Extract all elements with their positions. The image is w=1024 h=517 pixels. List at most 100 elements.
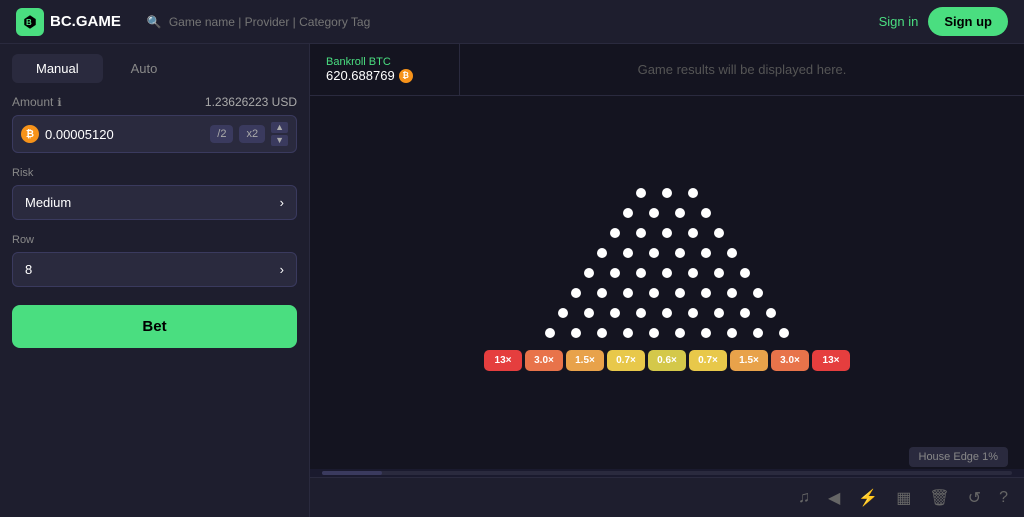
peg (753, 328, 763, 338)
times2-button[interactable]: x2 (239, 125, 265, 143)
peg (688, 308, 698, 318)
amount-usd: 1.23626223 USD (205, 95, 297, 109)
multiplier-bucket-4: 0.6× (648, 350, 686, 371)
multiplier-bucket-1: 3.0× (525, 350, 563, 371)
tab-manual[interactable]: Manual (12, 54, 103, 83)
peg (688, 268, 698, 278)
multiplier-bucket-7: 3.0× (771, 350, 809, 371)
peg (701, 248, 711, 258)
stepper-up[interactable]: ▲ (271, 122, 288, 133)
multiplier-bucket-5: 0.7× (689, 350, 727, 371)
logo-icon: B (16, 8, 44, 36)
peg-row-9 (550, 304, 784, 322)
scroll-area (310, 469, 1024, 477)
peg (662, 228, 672, 238)
peg (701, 208, 711, 218)
bet-button[interactable]: Bet (12, 305, 297, 348)
peg (649, 248, 659, 258)
game-header: Bankroll BTC 620.688769 ₿ Game results w… (310, 44, 1024, 96)
scroll-track[interactable] (322, 471, 1012, 475)
logo: B BC.GAME (16, 8, 121, 36)
peg-row-7 (576, 264, 758, 282)
flash-icon[interactable]: ⚡ (858, 488, 878, 508)
peg (610, 228, 620, 238)
peg (714, 308, 724, 318)
peg-row-5 (602, 224, 732, 242)
logo-text: BC.GAME (50, 13, 121, 30)
amount-controls: /2 x2 ▲ ▼ (210, 122, 288, 146)
amount-btc-value: 0.00005120 (45, 127, 204, 142)
row-chevron: › (280, 262, 284, 277)
peg (610, 268, 620, 278)
divide2-button[interactable]: /2 (210, 125, 233, 143)
peg (636, 188, 646, 198)
multiplier-bucket-0: 13× (484, 350, 522, 371)
peg (753, 288, 763, 298)
plinko-board (537, 184, 797, 342)
tab-auto[interactable]: Auto (107, 54, 182, 83)
peg (779, 328, 789, 338)
peg (662, 268, 672, 278)
trash-icon[interactable]: 🗑 (929, 488, 949, 508)
game-area: 13×3.0×1.5×0.7×0.6×0.7×1.5×3.0×13× (310, 96, 1024, 469)
peg (597, 288, 607, 298)
header-right: Sign in Sign up (879, 7, 1008, 36)
help-icon[interactable]: ? (999, 489, 1008, 507)
multiplier-bucket-2: 1.5× (566, 350, 604, 371)
btc-icon: ₿ (21, 125, 39, 143)
peg (649, 328, 659, 338)
info-icon: ℹ (57, 96, 61, 109)
multiplier-row: 13×3.0×1.5×0.7×0.6×0.7×1.5×3.0×13× (484, 350, 850, 371)
header: B BC.GAME 🔍 Sign in Sign up (0, 0, 1024, 44)
bankroll-section: Bankroll BTC 620.688769 ₿ (310, 44, 460, 95)
peg-row-6 (589, 244, 745, 262)
right-panel: Bankroll BTC 620.688769 ₿ Game results w… (310, 44, 1024, 517)
peg-row-3 (628, 184, 706, 202)
sound-icon[interactable]: ◀ (828, 488, 840, 508)
stepper-down[interactable]: ▼ (271, 135, 288, 146)
signin-button[interactable]: Sign in (879, 14, 919, 29)
amount-label: Amount ℹ (12, 95, 62, 109)
row-label: Row (12, 234, 297, 246)
panel-content: Amount ℹ 1.23626223 USD ₿ 0.00005120 /2 … (0, 83, 309, 517)
peg (649, 288, 659, 298)
peg (662, 308, 672, 318)
peg-row-4 (615, 204, 719, 222)
risk-chevron: › (280, 195, 284, 210)
bankroll-label: Bankroll BTC (326, 56, 443, 68)
search-input[interactable] (137, 9, 417, 35)
row-value: 8 (25, 262, 32, 277)
multiplier-bucket-8: 13× (812, 350, 850, 371)
peg (662, 188, 672, 198)
svg-text:B: B (26, 18, 32, 27)
risk-label: Risk (12, 167, 297, 179)
peg (649, 208, 659, 218)
refresh-icon[interactable]: ↺ (968, 488, 981, 508)
peg (597, 248, 607, 258)
peg (714, 228, 724, 238)
peg (740, 308, 750, 318)
risk-select[interactable]: Medium › (12, 185, 297, 220)
peg (675, 288, 685, 298)
amount-stepper: ▲ ▼ (271, 122, 288, 146)
peg-row-8 (563, 284, 771, 302)
amount-input-wrapper: ₿ 0.00005120 /2 x2 ▲ ▼ (12, 115, 297, 153)
search-wrapper: 🔍 (137, 9, 417, 35)
peg (636, 268, 646, 278)
peg-row-10 (537, 324, 797, 342)
signup-button[interactable]: Sign up (928, 7, 1008, 36)
music-icon[interactable]: ♫ (798, 489, 810, 507)
peg (623, 208, 633, 218)
peg (623, 328, 633, 338)
peg (675, 248, 685, 258)
row-select[interactable]: 8 › (12, 252, 297, 287)
peg (597, 328, 607, 338)
peg (636, 308, 646, 318)
peg (584, 308, 594, 318)
scroll-thumb[interactable] (322, 471, 382, 475)
peg (727, 248, 737, 258)
risk-value: Medium (25, 195, 71, 210)
peg (701, 288, 711, 298)
peg (558, 308, 568, 318)
grid-icon[interactable]: ▦ (896, 488, 911, 508)
